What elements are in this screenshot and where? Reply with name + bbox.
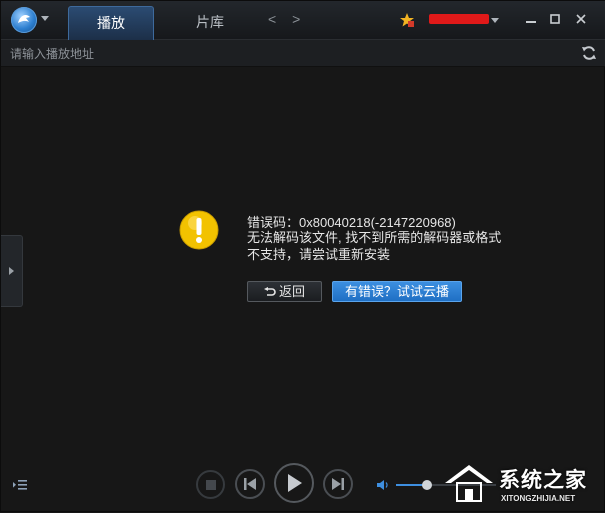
volume-knob[interactable] — [422, 480, 432, 490]
chevron-right-icon — [9, 267, 14, 275]
user-menu-caret-icon[interactable] — [491, 18, 499, 23]
previous-icon — [244, 478, 256, 490]
site-watermark: 系统之家 XITONGZHIJIA.NET — [441, 456, 605, 513]
app-logo-icon[interactable] — [11, 7, 37, 33]
player-window: 播放 片库 < > 错误码： — [0, 0, 605, 512]
minimize-icon[interactable] — [520, 9, 542, 31]
close-icon[interactable] — [570, 9, 592, 31]
menu-caret-icon[interactable] — [41, 16, 49, 21]
star-vip-icon[interactable] — [399, 12, 415, 28]
stop-icon — [205, 479, 216, 490]
next-button[interactable] — [323, 469, 353, 499]
tab-play[interactable]: 播放 — [68, 6, 154, 40]
try-cloud-play-button[interactable]: 有错误？试试云播 — [332, 281, 462, 302]
play-address-input[interactable] — [10, 44, 570, 63]
user-name-redacted[interactable] — [429, 14, 489, 24]
address-bar — [1, 40, 605, 67]
undo-icon — [263, 287, 276, 296]
watermark-subtitle: XITONGZHIJIA.NET — [501, 494, 576, 503]
play-icon — [288, 474, 302, 492]
back-button[interactable]: 返回 — [247, 281, 322, 302]
side-panel-toggle[interactable] — [1, 235, 23, 307]
play-button[interactable] — [274, 463, 314, 503]
title-bar: 播放 片库 < > — [1, 1, 605, 40]
volume-icon[interactable] — [377, 479, 389, 491]
maximize-icon[interactable] — [544, 9, 566, 31]
error-message: 无法解码该文件, 找不到所需的解码器或格式不支持，请尝试重新安装 — [247, 230, 502, 262]
next-icon — [332, 478, 344, 490]
stop-button[interactable] — [196, 470, 225, 499]
tab-library[interactable]: 片库 — [167, 6, 253, 40]
history-nav-arrows[interactable]: < > — [268, 11, 306, 27]
refresh-icon[interactable] — [581, 45, 597, 61]
warning-icon — [179, 210, 219, 250]
back-button-label: 返回 — [278, 284, 305, 299]
playlist-icon[interactable] — [13, 478, 27, 492]
previous-button[interactable] — [235, 469, 265, 499]
watermark-title: 系统之家 — [499, 469, 587, 492]
watermark-house-logo — [445, 465, 493, 502]
